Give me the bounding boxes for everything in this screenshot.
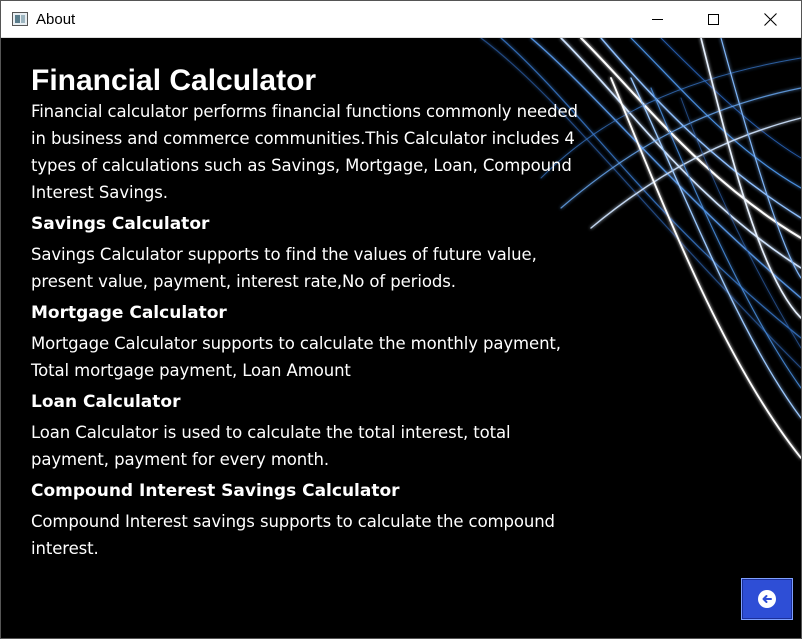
section-title-loan: Loan Calculator [31,392,181,412]
about-text: Financial Calculator Financial calculato… [31,64,591,562]
window-title: About [36,11,76,28]
minimize-icon [651,19,663,20]
maximize-button[interactable] [690,1,736,38]
close-button[interactable] [747,1,793,38]
section-text-savings: Savings Calculator supports to find the … [31,245,537,291]
about-window: About Financial Calculator Financial cal… [0,0,802,639]
section-text-mortgage: Mortgage Calculator supports to calculat… [31,334,561,380]
close-icon [763,13,777,26]
section-title-compound-interest: Compound Interest Savings Calculator [31,481,400,501]
maximize-icon [707,14,719,25]
back-button-circle [758,590,776,608]
about-content: Financial Calculator Financial calculato… [1,38,801,638]
arrow-left-icon [762,595,772,603]
minimize-button[interactable] [634,1,680,38]
title-bar[interactable]: About [1,1,801,38]
section-title-savings: Savings Calculator [31,214,210,234]
section-title-mortgage: Mortgage Calculator [31,303,227,323]
page-title: Financial Calculator [31,64,317,97]
back-button[interactable] [741,578,793,620]
app-window-icon [12,12,28,26]
intro-paragraph: Financial calculator performs financial … [31,102,578,202]
section-text-compound-interest: Compound Interest savings supports to ca… [31,512,555,558]
section-text-loan: Loan Calculator is used to calculate the… [31,423,511,469]
